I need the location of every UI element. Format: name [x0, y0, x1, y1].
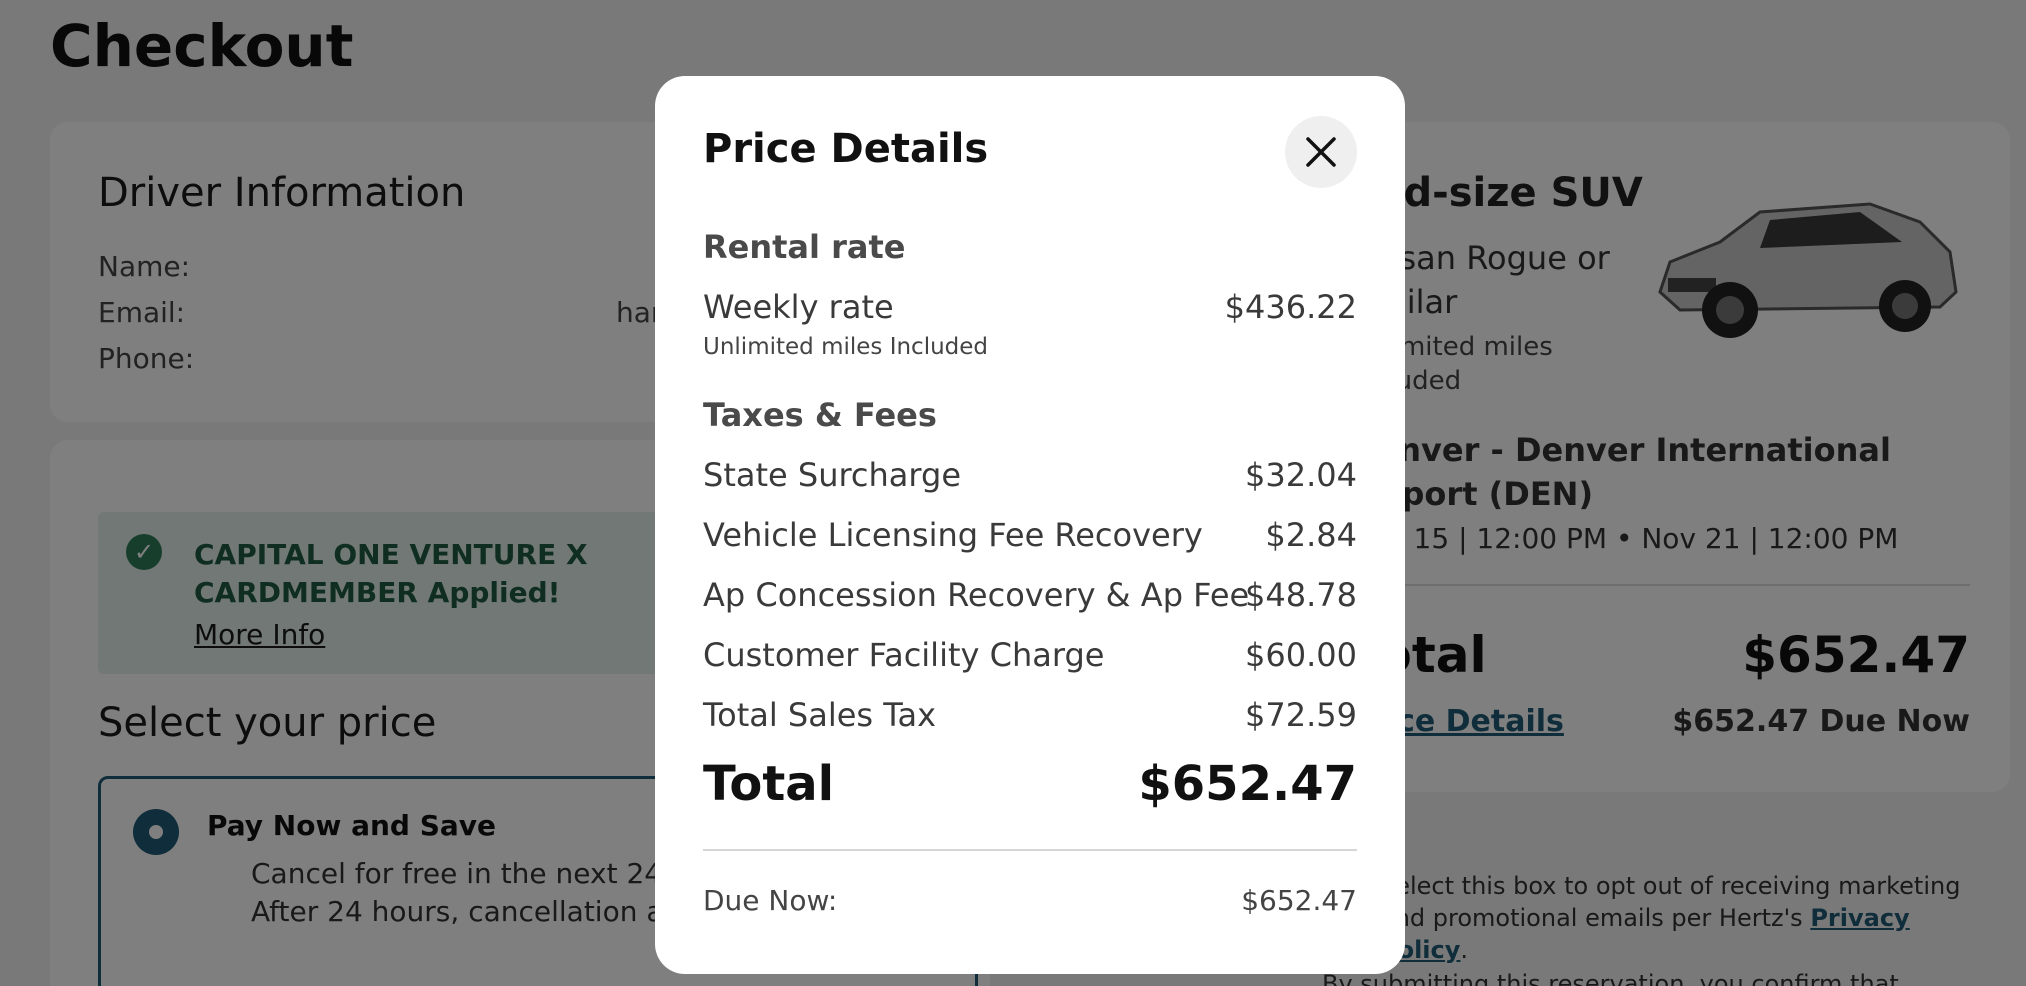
fee-label: State Surcharge [703, 456, 961, 494]
due-now-label: Due Now: [703, 884, 838, 917]
fee-value: $48.78 [1245, 576, 1357, 614]
rental-rate-heading: Rental rate [703, 228, 906, 266]
fee-value: $60.00 [1245, 636, 1357, 674]
fee-value: $2.84 [1265, 516, 1357, 554]
weekly-rate-sub: Unlimited miles Included [703, 334, 989, 360]
fee-label: Vehicle Licensing Fee Recovery [703, 516, 1203, 554]
price-details-modal: Price Details Rental rate Weekly rate $4… [655, 76, 1405, 974]
weekly-rate-value: $436.22 [1224, 288, 1357, 326]
close-button[interactable] [1285, 116, 1357, 188]
fee-label: Total Sales Tax [703, 696, 937, 734]
fee-label: Ap Concession Recovery & Ap Fee [703, 576, 1250, 614]
close-icon [1306, 137, 1336, 167]
modal-title: Price Details [703, 126, 989, 172]
due-now-value: $652.47 [1241, 884, 1357, 917]
fee-value: $32.04 [1245, 456, 1357, 494]
fee-label: Customer Facility Charge [703, 636, 1105, 674]
weekly-rate-label: Weekly rate [703, 288, 894, 326]
modal-total-value: $652.47 [1138, 756, 1357, 812]
fee-value: $72.59 [1245, 696, 1357, 734]
divider [703, 849, 1357, 851]
modal-total-label: Total [703, 756, 835, 812]
taxes-fees-heading: Taxes & Fees [703, 396, 937, 434]
